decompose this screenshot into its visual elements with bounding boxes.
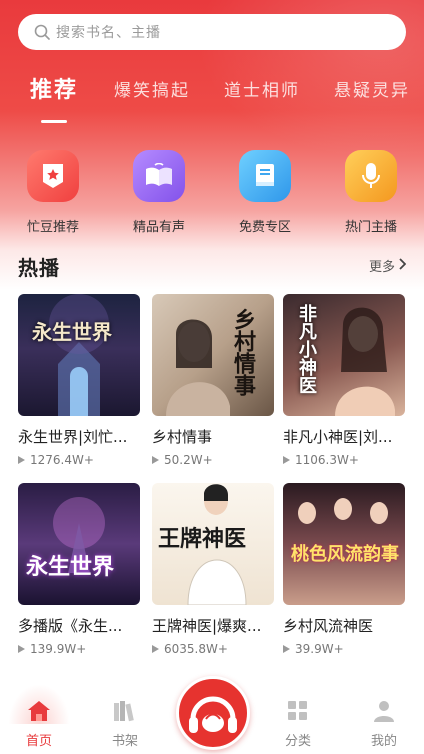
nav-label: 分类 [284, 734, 311, 749]
active-tab-indicator [41, 120, 67, 123]
cover-title: 永生世界 [26, 555, 115, 580]
search-icon [34, 24, 50, 40]
tab-taoist[interactable]: 道士相师 [224, 76, 300, 101]
play-count-value: 1276.4W+ [30, 453, 94, 467]
audiobook-card[interactable]: 非凡小神医 非凡小神医|刘... 1106.3W+ [283, 294, 405, 467]
cover-image: 非凡小神医 [283, 294, 405, 416]
quick-link-premium-audio[interactable]: 精品有声 [117, 150, 201, 235]
user-icon [354, 700, 414, 726]
search-placeholder: 搜索书名、主播 [56, 25, 161, 41]
more-label: 更多 [368, 260, 395, 275]
cover-title: 桃色风流韵事 [291, 544, 399, 565]
tab-comedy[interactable]: 爆笑搞起 [114, 76, 190, 101]
cover-title: 乡村情事 [230, 308, 255, 396]
search-bar[interactable]: 搜索书名、主播 [18, 14, 406, 50]
quick-link-label: 免费专区 [238, 220, 291, 235]
chevron-right-icon [398, 257, 407, 274]
quick-link-mangdou-recommend[interactable]: 忙豆推荐 [11, 150, 95, 235]
cover-title: 永生世界 [32, 320, 112, 344]
quick-link-label: 精品有声 [132, 220, 185, 235]
cover-title: 王牌神医 [158, 527, 247, 552]
category-grid-icon [268, 700, 328, 726]
tab-recommend[interactable]: 推荐 [30, 72, 78, 104]
cover-image: 永生世界 [18, 294, 140, 416]
card-title: 永生世界|刘忙... [18, 428, 128, 446]
home-icon [9, 700, 69, 726]
quick-link-label: 热门主播 [344, 220, 397, 235]
cover-title: 非凡小神医 [296, 304, 317, 394]
category-tabs: 推荐 爆笑搞起 道士相师 悬疑灵异 [0, 76, 424, 123]
nav-category[interactable]: 分类 [268, 700, 328, 749]
play-count-value: 39.9W+ [295, 642, 344, 656]
nav-label: 我的 [370, 734, 397, 749]
audiobook-card[interactable]: 永生世界 永生世界|刘忙... 1276.4W+ [18, 294, 140, 467]
play-count-value: 1106.3W+ [295, 453, 359, 467]
card-title: 非凡小神医|刘... [283, 428, 393, 446]
play-icon [283, 456, 290, 464]
book-icon [239, 150, 291, 202]
play-count: 39.9W+ [283, 642, 405, 656]
section-title: 热播 [18, 256, 60, 280]
microphone-icon [345, 150, 397, 202]
play-count: 1106.3W+ [283, 453, 405, 467]
play-count-value: 139.9W+ [30, 642, 87, 656]
quick-link-hot-hosts[interactable]: 热门主播 [329, 150, 413, 235]
tab-mystery[interactable]: 悬疑灵异 [334, 76, 410, 101]
nav-label: 首页 [25, 734, 52, 749]
play-count: 139.9W+ [18, 642, 140, 656]
play-icon [18, 645, 25, 653]
quick-link-label: 忙豆推荐 [26, 220, 79, 235]
play-count: 6035.8W+ [152, 642, 274, 656]
quick-link-free-zone[interactable]: 免费专区 [223, 150, 307, 235]
play-count-value: 50.2W+ [164, 453, 213, 467]
nav-profile[interactable]: 我的 [354, 700, 414, 749]
audiobook-card[interactable]: 桃色风流韵事 乡村风流神医 39.9W+ [283, 483, 405, 656]
card-title: 乡村情事 [152, 428, 213, 446]
audiobook-card[interactable]: 乡村情事 乡村情事 50.2W+ [152, 294, 274, 467]
play-icon [152, 645, 159, 653]
card-title: 王牌神医|爆爽... [152, 617, 262, 635]
nav-bookshelf[interactable]: 书架 [95, 700, 155, 749]
card-title: 多播版《永生... [18, 617, 123, 635]
play-icon [18, 456, 25, 464]
nav-label: 书架 [111, 734, 138, 749]
cover-image: 王牌神医 [152, 483, 274, 605]
play-icon [283, 645, 290, 653]
cover-image: 桃色风流韵事 [283, 483, 405, 605]
audiobook-card[interactable]: 王牌神医 王牌神医|爆爽... 6035.8W+ [152, 483, 274, 656]
play-icon [152, 456, 159, 464]
play-count: 50.2W+ [152, 453, 274, 467]
card-title: 乡村风流神医 [283, 617, 374, 635]
book-open-icon [133, 150, 185, 202]
nav-home[interactable]: 首页 [9, 700, 69, 749]
play-count: 1276.4W+ [18, 453, 140, 467]
cover-image: 永生世界 [18, 483, 140, 605]
bookshelf-icon [95, 700, 155, 726]
more-link[interactable]: 更多 [368, 256, 407, 275]
audiobook-card[interactable]: 永生世界 多播版《永生... 139.9W+ [18, 483, 140, 656]
star-shield-icon [27, 150, 79, 202]
cover-image: 乡村情事 [152, 294, 274, 416]
play-count-value: 6035.8W+ [164, 642, 228, 656]
mangdou-headphones-logo[interactable] [176, 676, 250, 750]
